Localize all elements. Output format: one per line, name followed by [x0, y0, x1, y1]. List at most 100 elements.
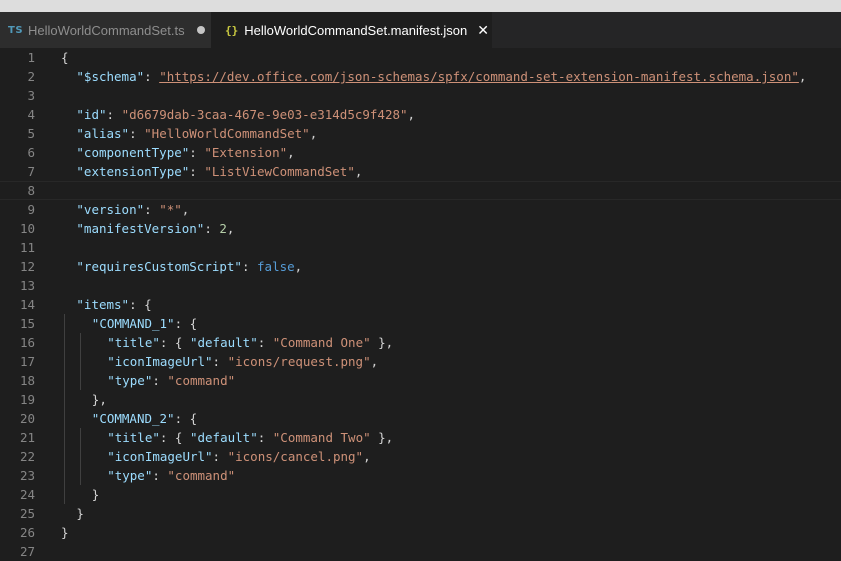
code-line[interactable]: 1{ [0, 48, 841, 67]
code-line[interactable]: 7 "extensionType": "ListViewCommandSet", [0, 162, 841, 181]
code-text: }, [92, 390, 107, 409]
code-line[interactable]: 23 "type": "command" [0, 466, 841, 485]
line-number: 19 [19, 392, 35, 407]
code-line[interactable]: 13 [0, 276, 841, 295]
indent-guide [80, 333, 81, 352]
code-line[interactable]: 11 [0, 238, 841, 257]
json-punctuation: : [204, 221, 220, 236]
indent-guide [64, 390, 65, 409]
line-number: 27 [19, 544, 35, 559]
line-number: 14 [19, 297, 35, 312]
tab-hello-world-command-set-manifest-json[interactable]: {} HelloWorldCommandSet.manifest.json ✕ [211, 12, 492, 48]
code-line[interactable]: 20 "COMMAND_2": { [0, 409, 841, 428]
json-link[interactable]: "https://dev.office.com/json-schemas/spf… [159, 69, 799, 84]
code-line[interactable]: 12 "requiresCustomScript": false, [0, 257, 841, 276]
json-punctuation: : { [174, 316, 198, 331]
json-string: "Command Two" [272, 430, 371, 445]
code-line[interactable]: 15 "COMMAND_1": { [0, 314, 841, 333]
code-text: "type": "command" [107, 466, 235, 485]
unsaved-changes-dot-icon[interactable] [196, 26, 205, 34]
json-string: "Command One" [272, 335, 371, 350]
line-number: 5 [27, 126, 35, 141]
line-number: 15 [19, 316, 35, 331]
code-text: "id": "d6679dab-3caa-467e-9e03-e314d5c9f… [76, 105, 415, 124]
json-punctuation: : { [159, 430, 190, 445]
typescript-file-icon: TS [8, 24, 24, 36]
json-key: "extensionType" [76, 164, 190, 179]
json-punctuation: : [144, 202, 160, 217]
code-text: "manifestVersion": 2, [76, 219, 234, 238]
line-number: 22 [19, 449, 35, 464]
code-text: "$schema": "https://dev.office.com/json-… [76, 67, 806, 86]
json-key: "alias" [76, 126, 130, 141]
json-string: "ListViewCommandSet" [204, 164, 355, 179]
indent-guide [80, 352, 81, 371]
line-number: 17 [19, 354, 35, 369]
code-line[interactable]: 14 "items": { [0, 295, 841, 314]
code-text: "alias": "HelloWorldCommandSet", [76, 124, 317, 143]
code-text: "iconImageUrl": "icons/cancel.png", [107, 447, 370, 466]
json-key: "componentType" [76, 145, 190, 160]
code-editor[interactable]: 1{ 2 "$schema": "https://dev.office.com/js… [0, 48, 841, 561]
code-text: "version": "*", [76, 200, 189, 219]
line-number: 9 [27, 202, 35, 217]
code-text: { [61, 48, 69, 67]
code-line[interactable]: 25} [0, 504, 841, 523]
code-line[interactable]: 18 "type": "command" [0, 371, 841, 390]
code-line[interactable]: 3 [0, 86, 841, 105]
line-number: 2 [27, 69, 35, 84]
indent-guide [64, 428, 65, 447]
indent-guide [80, 447, 81, 466]
json-string: "HelloWorldCommandSet" [144, 126, 310, 141]
code-line[interactable]: 4 "id": "d6679dab-3caa-467e-9e03-e314d5c9… [0, 105, 841, 124]
code-text: "title": { "default": "Command Two" }, [107, 428, 393, 447]
json-punctuation: : { [159, 335, 190, 350]
json-file-icon: {} [225, 23, 239, 37]
code-line[interactable]: 10 "manifestVersion": 2, [0, 219, 841, 238]
json-punctuation: , [287, 145, 295, 160]
code-line[interactable]: 6 "componentType": "Extension", [0, 143, 841, 162]
json-punctuation: }, [370, 335, 394, 350]
json-punctuation: }, [370, 430, 394, 445]
json-string: "*" [159, 202, 182, 217]
line-number: 7 [27, 164, 35, 179]
json-key: "$schema" [76, 69, 145, 84]
code-line[interactable]: 2 "$schema": "https://dev.office.com/json… [0, 67, 841, 86]
line-number: 20 [19, 411, 35, 426]
json-punctuation: : [189, 164, 205, 179]
json-string: "icons/request.png" [227, 354, 371, 369]
line-number: 18 [19, 373, 35, 388]
json-punctuation: : [189, 145, 205, 160]
line-number: 8 [27, 183, 35, 198]
code-line[interactable]: 19}, [0, 390, 841, 409]
code-line[interactable]: 5 "alias": "HelloWorldCommandSet", [0, 124, 841, 143]
json-key: "type" [107, 373, 153, 388]
indent-guide [64, 466, 65, 485]
json-punctuation: : { [129, 297, 152, 312]
code-line[interactable]: 24} [0, 485, 841, 504]
json-key: "requiresCustomScript" [76, 259, 242, 274]
json-punctuation: : [257, 430, 273, 445]
code-line[interactable]: 27 [0, 542, 841, 561]
indent-guide [64, 314, 65, 333]
json-punctuation: , [309, 126, 318, 141]
line-number: 24 [19, 487, 35, 502]
code-text: "COMMAND_2": { [92, 409, 197, 428]
json-key: "iconImageUrl" [107, 354, 213, 369]
json-key: "version" [76, 202, 145, 217]
close-icon[interactable]: ✕ [477, 23, 489, 37]
json-string: "Extension" [204, 145, 288, 160]
tab-hello-world-command-set-ts[interactable]: TS HelloWorldCommandSet.ts [0, 12, 211, 48]
line-number: 26 [19, 525, 35, 540]
code-line[interactable]: 17 "iconImageUrl": "icons/request.png", [0, 352, 841, 371]
code-line[interactable]: 8 [0, 181, 841, 200]
code-line[interactable]: 22 "iconImageUrl": "icons/cancel.png", [0, 447, 841, 466]
code-line[interactable]: 21 "title": { "default": "Command Two" }, [0, 428, 841, 447]
json-string: "command" [167, 468, 236, 483]
json-punctuation: : [241, 259, 258, 274]
code-line[interactable]: 26} [0, 523, 841, 542]
json-punctuation: : { [174, 411, 198, 426]
code-line[interactable]: 16 "title": { "default": "Command One" }, [0, 333, 841, 352]
code-line[interactable]: 9 "version": "*", [0, 200, 841, 219]
json-key: "default" [189, 430, 258, 445]
